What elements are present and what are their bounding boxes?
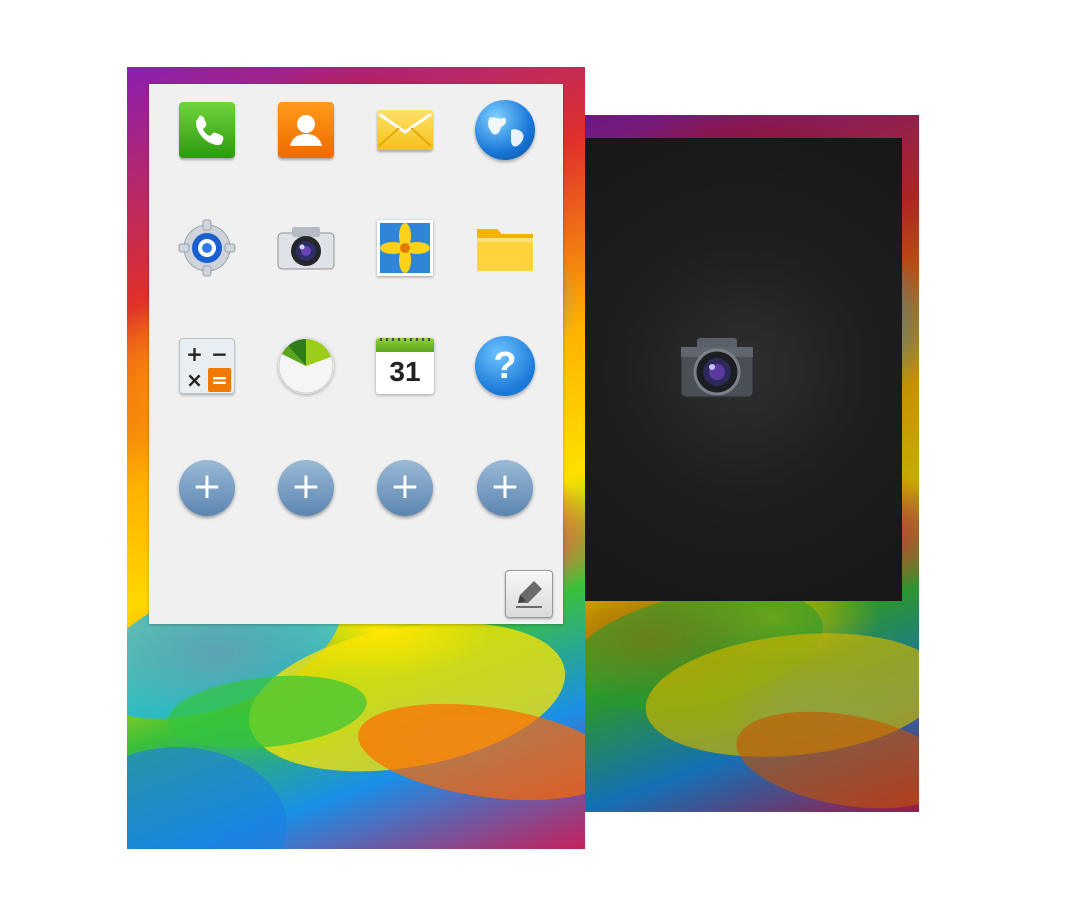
app-storage[interactable] <box>266 326 346 406</box>
equals-key-label: = <box>208 368 231 392</box>
contacts-icon <box>278 102 334 158</box>
minus-key-label: − <box>211 342 228 366</box>
app-contacts[interactable] <box>266 90 346 170</box>
folder-icon <box>477 229 533 271</box>
camera-icon[interactable] <box>677 333 757 403</box>
camera-icon <box>277 227 335 270</box>
help-icon: ? <box>475 336 535 396</box>
add-shortcut-slot-4[interactable]: + <box>465 448 545 528</box>
app-phone[interactable] <box>167 90 247 170</box>
app-calculator[interactable]: + − × = <box>167 326 247 406</box>
camera-preview-screen[interactable] <box>585 138 902 601</box>
app-settings[interactable] <box>167 208 247 288</box>
add-shortcut-slot-2[interactable]: + <box>266 448 346 528</box>
edit-button[interactable] <box>505 570 553 618</box>
add-icon: + <box>278 460 334 516</box>
app-help[interactable]: ? <box>465 326 545 406</box>
plus-key-label: + <box>186 342 203 366</box>
add-shortcut-slot-3[interactable]: + <box>365 448 445 528</box>
app-my-files[interactable] <box>465 208 545 288</box>
app-messages[interactable] <box>365 90 445 170</box>
app-gallery[interactable] <box>365 208 445 288</box>
app-calendar[interactable]: 31 <box>365 326 445 406</box>
settings-icon <box>178 219 236 277</box>
calculator-icon: + − × = <box>179 338 235 394</box>
add-shortcut-slot-1[interactable]: + <box>167 448 247 528</box>
pie-chart-icon <box>278 338 334 394</box>
add-icon: + <box>477 460 533 516</box>
calendar-icon: 31 <box>376 338 434 394</box>
app-shortcut-panel: + − × = 31 ? + + + + <box>149 84 563 624</box>
globe-icon <box>475 100 535 160</box>
times-key-label: × <box>186 368 203 392</box>
calendar-day-number: 31 <box>389 356 421 387</box>
mail-icon <box>377 110 433 150</box>
app-camera[interactable] <box>266 208 346 288</box>
app-internet[interactable] <box>465 90 545 170</box>
phone-icon <box>179 102 235 158</box>
gallery-icon <box>377 220 433 276</box>
add-icon: + <box>179 460 235 516</box>
add-icon: + <box>377 460 433 516</box>
pencil-icon <box>516 581 542 608</box>
